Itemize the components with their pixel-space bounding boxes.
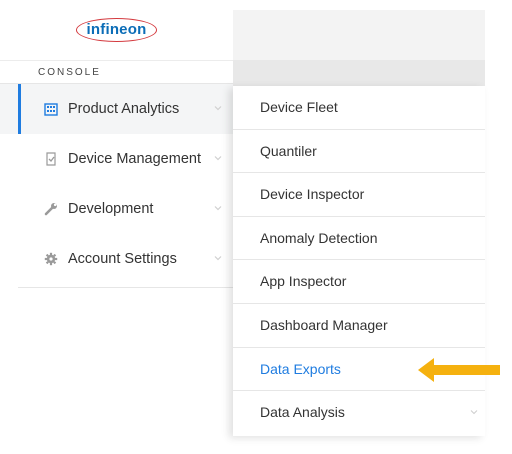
- wrench-icon: [44, 203, 57, 216]
- chevron-down-icon: [214, 206, 222, 211]
- infineon-logo[interactable]: infineon: [75, 18, 158, 42]
- sub-bar: [233, 60, 485, 86]
- sidebar-item-label: Development: [68, 201, 154, 217]
- top-bar: [233, 10, 485, 60]
- checklist-icon: [46, 152, 56, 166]
- submenu-item-quantiler[interactable]: Quantiler: [233, 130, 485, 174]
- product-analytics-submenu: Device Fleet Quantiler Device Inspector …: [233, 86, 485, 436]
- submenu-item-app-inspector[interactable]: App Inspector: [233, 260, 485, 304]
- sidebar-item-label: Account Settings: [68, 251, 177, 267]
- sidebar-item-label: Device Management: [68, 151, 201, 167]
- sidebar-divider: [18, 287, 233, 288]
- submenu-item-data-analysis[interactable]: Data Analysis: [233, 391, 485, 435]
- chevron-down-icon: [214, 106, 222, 111]
- sidebar-item-product-analytics[interactable]: Product Analytics: [0, 84, 233, 134]
- chevron-down-icon: [214, 156, 222, 161]
- console-section-label: CONSOLE: [0, 61, 233, 84]
- pointer-arrow-icon: [418, 358, 500, 382]
- sidebar-item-development[interactable]: Development: [0, 184, 233, 234]
- sidebar: infineon CONSOLE Product Analytics Devic…: [0, 0, 233, 454]
- submenu-item-label: Data Analysis: [260, 404, 345, 421]
- building-icon: [44, 103, 58, 116]
- logo-area: infineon: [0, 0, 233, 61]
- submenu-item-dashboard-manager[interactable]: Dashboard Manager: [233, 304, 485, 348]
- submenu-item-device-inspector[interactable]: Device Inspector: [233, 173, 485, 217]
- chevron-down-icon: [470, 410, 478, 415]
- submenu-item-anomaly-detection[interactable]: Anomaly Detection: [233, 217, 485, 261]
- sidebar-item-label: Product Analytics: [68, 101, 180, 117]
- sidebar-item-account-settings[interactable]: Account Settings: [0, 234, 233, 284]
- gear-icon: [44, 252, 58, 266]
- sidebar-item-device-management[interactable]: Device Management: [0, 134, 233, 184]
- chevron-down-icon: [214, 256, 222, 261]
- submenu-item-device-fleet[interactable]: Device Fleet: [233, 86, 485, 130]
